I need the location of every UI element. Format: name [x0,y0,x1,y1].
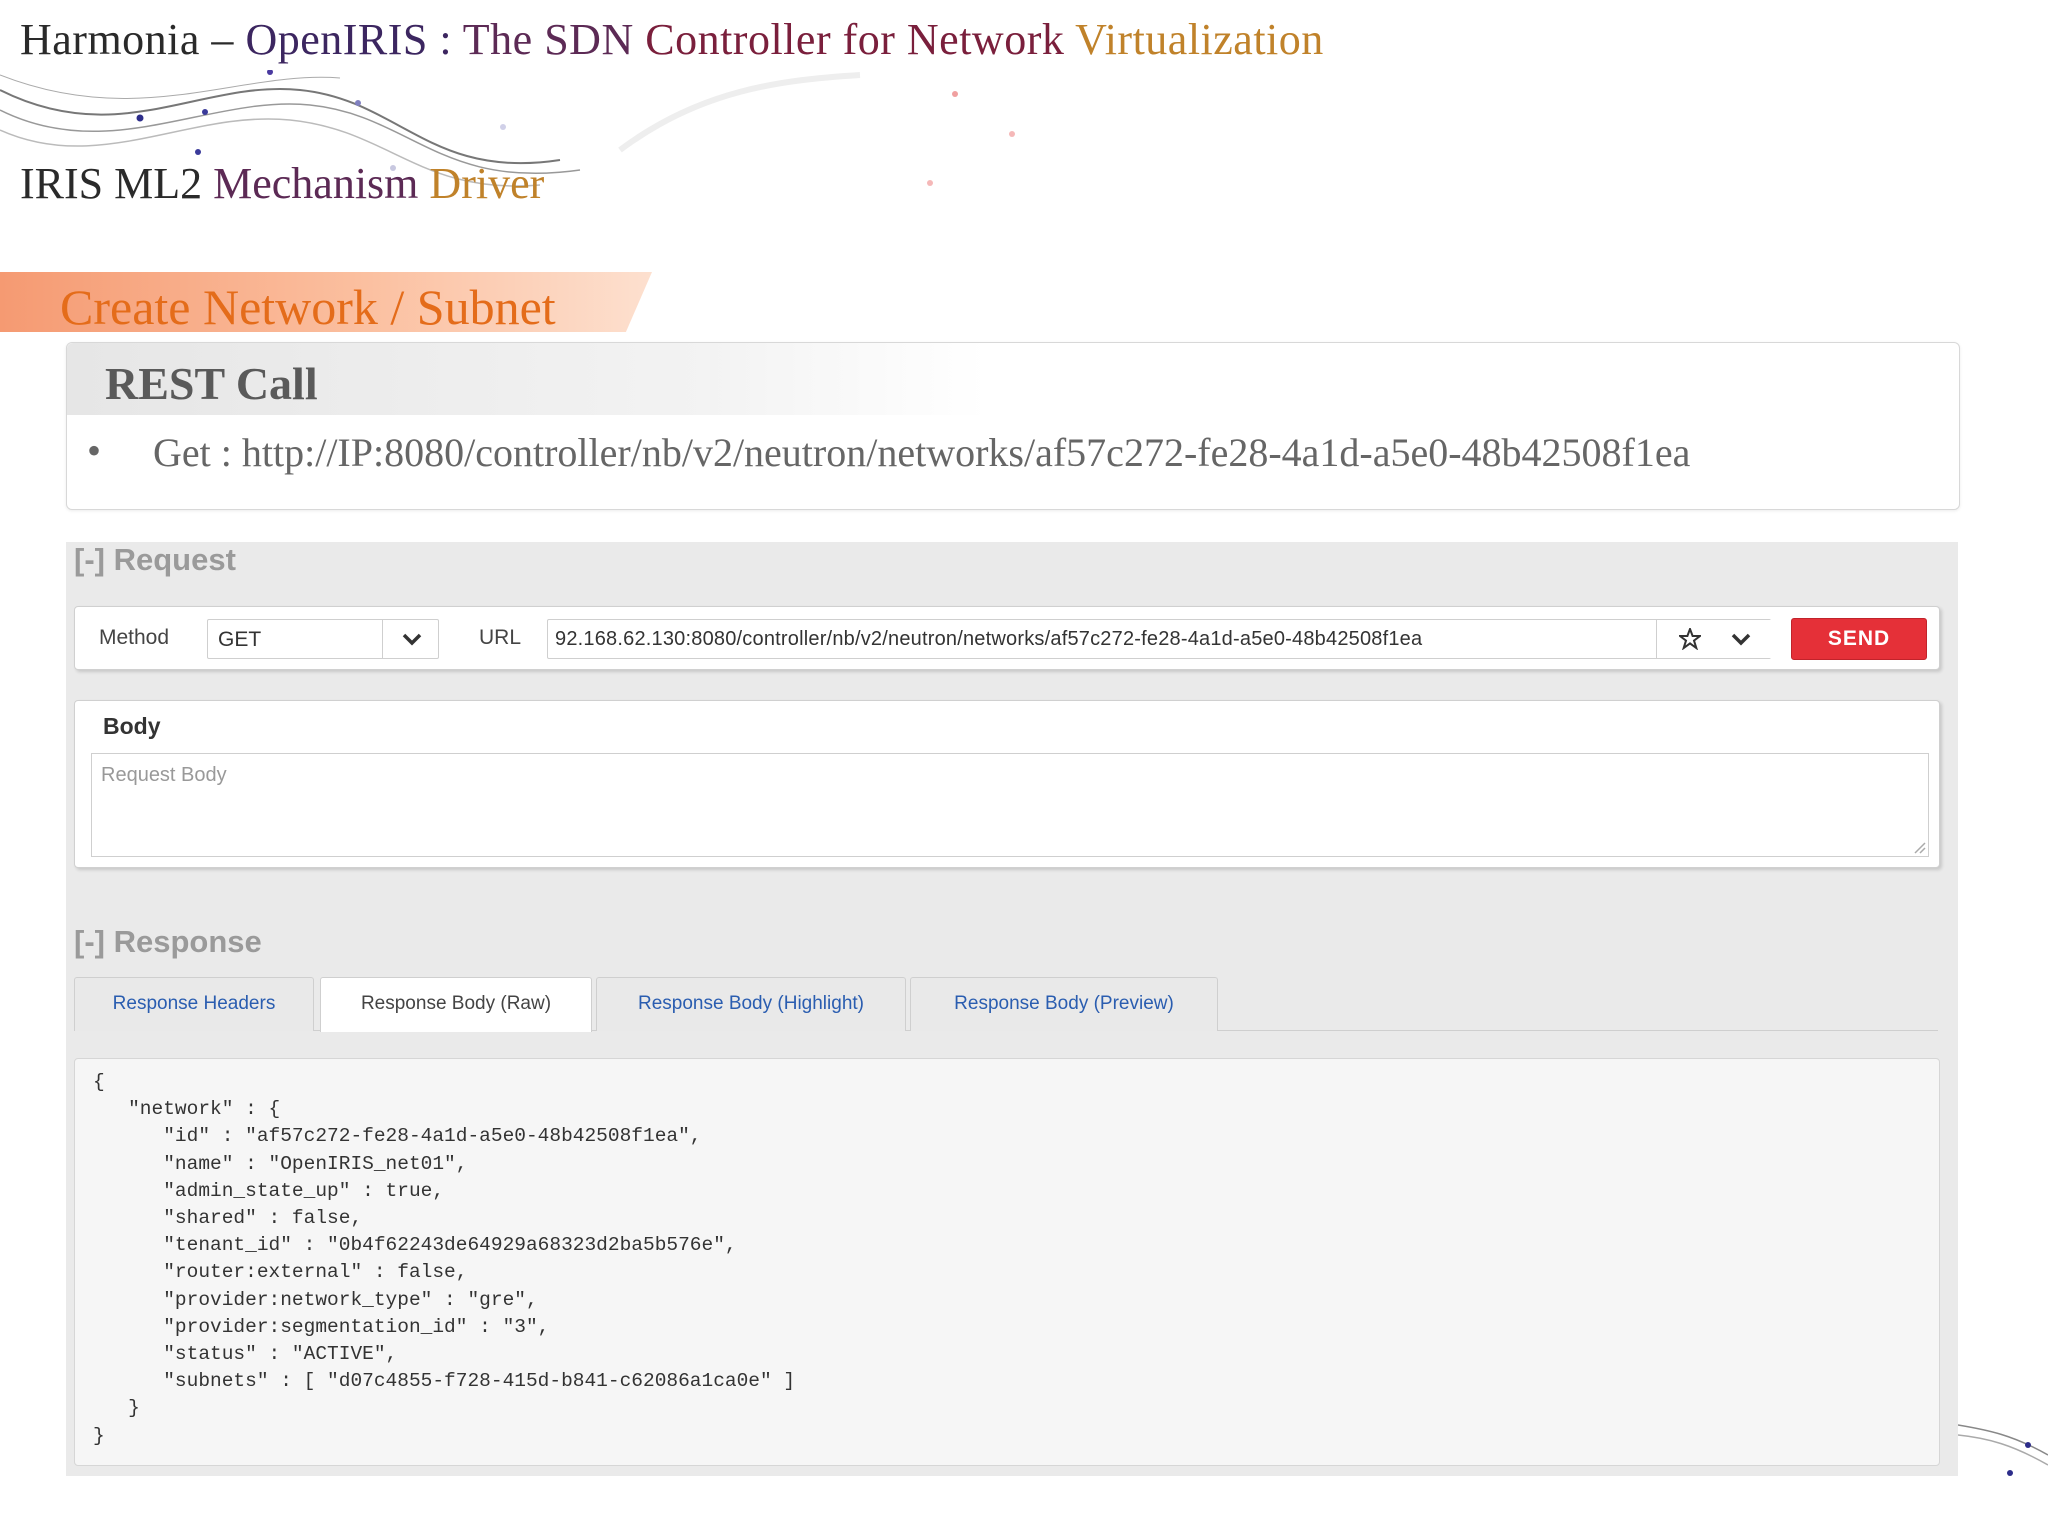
title-part: Virtualization [1075,15,1324,64]
send-button[interactable]: SEND [1791,618,1927,660]
body-panel: Body Request Body [74,700,1940,868]
bullet-icon: • [87,428,102,473]
code-line: "provider:network_type" : "gre", [93,1288,538,1311]
method-select[interactable]: GET [207,619,439,659]
tab-response-headers[interactable]: Response Headers [74,977,314,1031]
code-line: "id" : "af57c272-fe28-4a1d-a5e0-48b42508… [93,1125,702,1148]
code-line: "status" : "ACTIVE", [93,1343,398,1366]
decorative-swirl [0,70,1015,187]
rest-client-panel: [-] Request Method GET URL 92.168.62.130… [66,542,1958,1476]
subtitle-part: Driver [429,159,545,208]
body-label: Body [103,713,161,739]
code-line: "subnets" : [ "d07c4855-f728-415d-b841-c… [93,1370,796,1393]
response-tabs: Response Headers Response Body (Raw) Res… [74,976,1938,1032]
response-body-view: { "network" : { "id" : "af57c272-fe28-4a… [74,1058,1940,1466]
star-icon[interactable] [1679,628,1701,650]
title-part: Controller for Network [645,15,1076,64]
code-line: "admin_state_up" : true, [93,1179,445,1202]
url-input[interactable]: 92.168.62.130:8080/controller/nb/v2/neut… [547,619,1771,659]
rest-call-heading: REST Call [105,358,318,409]
response-section-toggle[interactable]: [-] Response [74,924,262,960]
resize-handle-icon[interactable] [1910,838,1926,854]
code-line: "router:external" : false, [93,1261,468,1284]
method-value: GET [218,628,262,651]
code-line: { [93,1071,105,1093]
decorative-swirl-bottom [1958,1424,2048,1476]
url-actions [1656,620,1771,658]
slide-title: Harmonia – OpenIRIS : The SDN Controller… [20,14,1324,65]
code-line: } [93,1424,105,1447]
code-line: "shared" : false, [93,1207,363,1230]
section-title: Create Network / Subnet [60,279,556,335]
slide-subtitle: IRIS ML2 Mechanism Driver [20,158,544,209]
title-part: OpenIRIS : [245,15,463,64]
chevron-down-icon[interactable] [1731,632,1751,646]
title-part: The SDN [462,15,646,64]
request-bar: Method GET URL 92.168.62.130:8080/contro… [74,606,1940,670]
code-line: "tenant_id" : "0b4f62243de64929a68323d2b… [93,1234,737,1257]
subtitle-part: Mechanism [213,159,430,208]
tab-response-body-preview[interactable]: Response Body (Preview) [910,977,1218,1031]
method-label: Method [99,626,170,649]
chevron-down-icon[interactable] [402,632,422,646]
url-label: URL [479,626,522,649]
code-line: "network" : { [93,1098,281,1121]
response-body-code: { "network" : { "id" : "af57c272-fe28-4a… [93,1069,795,1450]
url-value: 92.168.62.130:8080/controller/nb/v2/neut… [555,628,1423,650]
code-line: "provider:segmentation_id" : "3", [93,1315,550,1338]
request-body-placeholder: Request Body [101,764,227,786]
code-line: } [93,1397,140,1420]
rest-call-box: REST Call • Get : http://IP:8080/control… [66,342,1960,510]
title-part: Harmonia – [20,15,246,64]
code-line: "name" : "OpenIRIS_net01", [93,1152,468,1175]
request-section-toggle[interactable]: [-] Request [74,542,236,578]
divider [382,620,383,658]
tab-response-body-raw[interactable]: Response Body (Raw) [320,977,592,1032]
request-body-textarea[interactable]: Request Body [91,753,1929,857]
tab-response-body-highlight[interactable]: Response Body (Highlight) [596,977,906,1031]
subtitle-part: IRIS ML2 [20,159,214,208]
rest-call-url: Get : http://IP:8080/controller/nb/v2/ne… [153,430,1691,475]
